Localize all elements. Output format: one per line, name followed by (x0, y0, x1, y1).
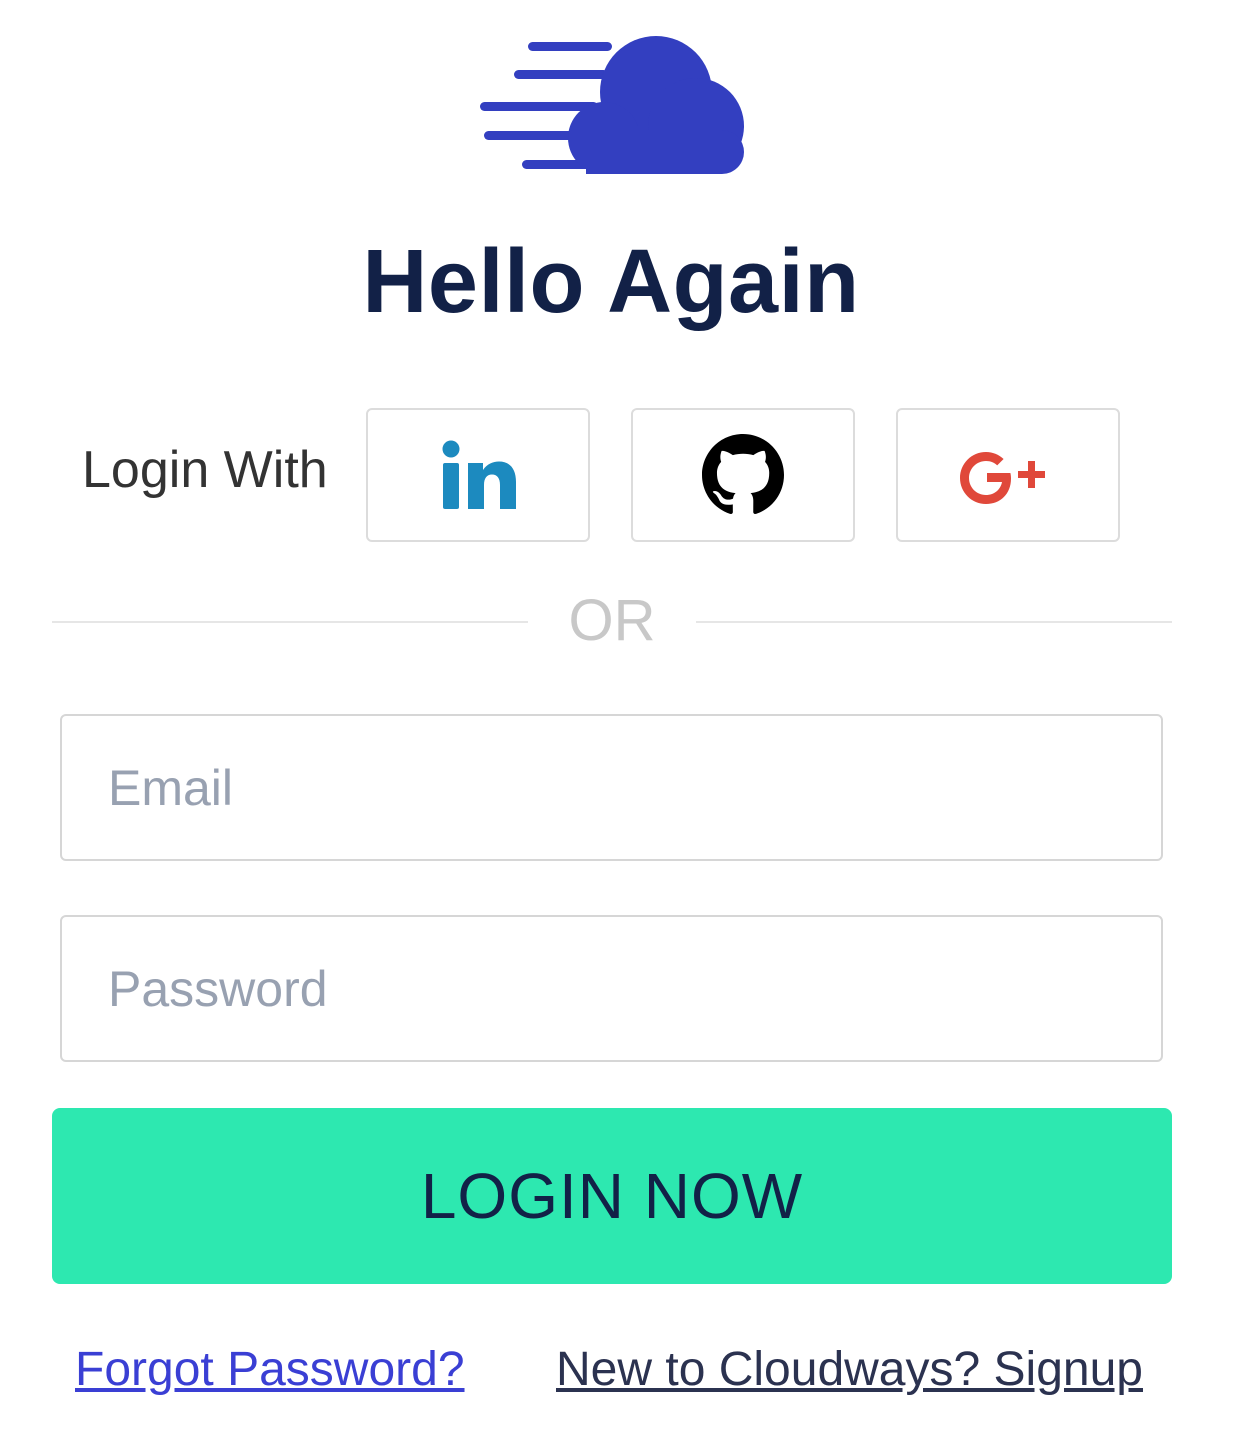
divider-line-right (696, 621, 1172, 623)
email-field[interactable] (60, 714, 1163, 861)
login-with-label: Login With (82, 441, 328, 499)
github-login-button[interactable] (631, 408, 855, 542)
or-divider-text: OR (568, 588, 656, 653)
google-plus-icon (960, 452, 1045, 504)
signup-link[interactable]: New to Cloudways? Signup (556, 1340, 1143, 1400)
linkedin-icon (442, 440, 516, 509)
github-icon (702, 434, 784, 514)
forgot-password-link[interactable]: Forgot Password? (75, 1340, 465, 1400)
password-field[interactable] (60, 915, 1163, 1062)
cloudways-logo-icon (480, 36, 744, 174)
login-now-button[interactable]: LOGIN NOW (52, 1108, 1172, 1284)
linkedin-login-button[interactable] (366, 408, 590, 542)
divider-line-left (52, 621, 528, 623)
google-plus-login-button[interactable] (896, 408, 1120, 542)
page-title: Hello Again (362, 232, 860, 332)
